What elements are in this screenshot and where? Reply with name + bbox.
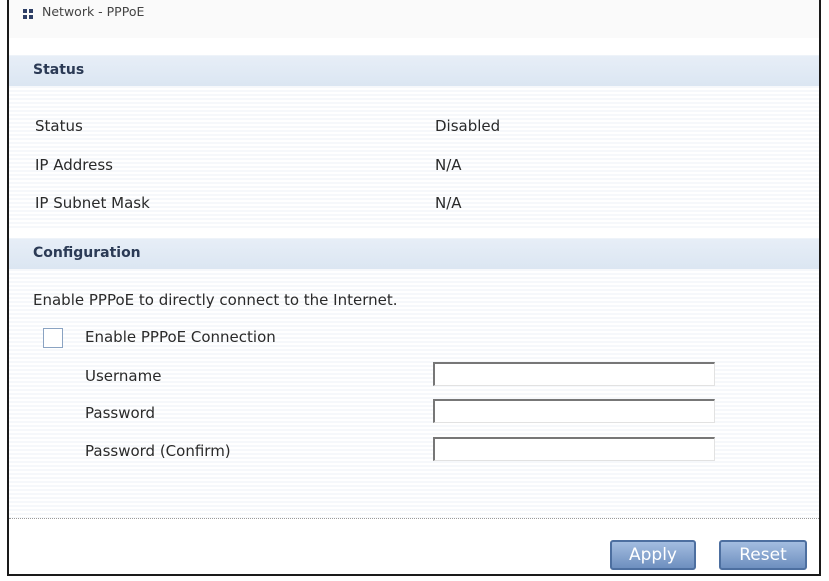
ip-address-label: IP Address [35, 156, 113, 174]
pppoe-panel: Network - PPPoE Status Status Disabled I… [7, 0, 821, 576]
configuration-heading: Configuration [33, 245, 141, 261]
status-section-body: Status Disabled IP Address N/A IP Subnet… [9, 86, 819, 229]
window-title: Network - PPPoE [42, 4, 145, 19]
apply-button[interactable]: Apply [610, 540, 696, 570]
pppoe-description: Enable PPPoE to directly connect to the … [33, 291, 398, 309]
status-label: Status [35, 117, 83, 135]
username-input[interactable] [433, 362, 715, 386]
password-confirm-label: Password (Confirm) [85, 442, 231, 460]
divider [9, 518, 819, 519]
reset-button[interactable]: Reset [719, 540, 807, 570]
enable-pppoe-checkbox[interactable] [43, 328, 63, 348]
enable-pppoe-label: Enable PPPoE Connection [85, 328, 276, 346]
password-confirm-input[interactable] [433, 437, 715, 461]
username-label: Username [85, 367, 162, 385]
title-bar: Network - PPPoE [9, 0, 819, 38]
status-value: Disabled [435, 117, 501, 135]
ip-subnet-mask-label: IP Subnet Mask [35, 194, 150, 212]
status-section-header: Status [9, 55, 819, 87]
password-input[interactable] [433, 399, 715, 423]
grid-icon [23, 9, 34, 20]
ip-subnet-mask-value: N/A [435, 194, 462, 212]
configuration-section-header: Configuration [9, 238, 819, 270]
password-label: Password [85, 404, 156, 422]
ip-address-value: N/A [435, 156, 462, 174]
status-heading: Status [33, 62, 85, 78]
